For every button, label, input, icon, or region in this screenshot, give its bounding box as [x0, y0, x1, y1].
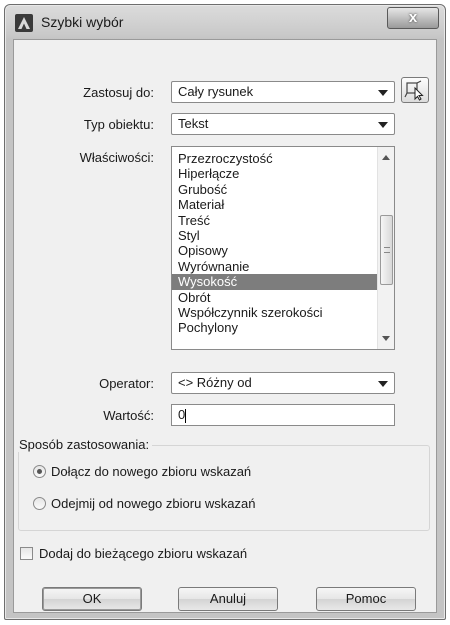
object-type-label: Typ obiektu:: [83, 117, 154, 132]
properties-listbox[interactable]: Przezroczystość Hiperłącze Grubość Mater…: [171, 146, 395, 350]
cancel-button[interactable]: Anuluj: [178, 587, 278, 611]
dialog-title: Szybki wybór: [41, 14, 124, 30]
quick-select-dialog: Szybki wybór x Zastosuj do: Cały rysunek…: [4, 4, 446, 620]
select-objects-button[interactable]: [401, 77, 429, 103]
radio-label: Dołącz do nowego zbioru wskazań: [51, 464, 252, 479]
list-item[interactable]: Pochylony: [172, 320, 377, 335]
object-type-value: Tekst: [178, 116, 209, 131]
help-button[interactable]: Pomoc: [316, 587, 416, 611]
value-text: 0: [178, 407, 186, 422]
list-item[interactable]: Wyrównanie: [172, 259, 377, 274]
list-item-selected[interactable]: Wysokość: [172, 274, 377, 290]
dialog-client-area: Zastosuj do: Cały rysunek Typ obiektu: T…: [13, 39, 437, 613]
radio-checked-icon[interactable]: [33, 465, 46, 478]
list-item[interactable]: Opisowy: [172, 243, 377, 258]
list-item[interactable]: Treść: [172, 213, 377, 228]
checkbox-unchecked-icon[interactable]: [20, 547, 33, 560]
checkbox-label: Dodaj do bieżącego zbioru wskazań: [39, 546, 248, 561]
close-button[interactable]: x: [387, 7, 439, 29]
radio-unchecked-icon[interactable]: [33, 497, 46, 510]
operator-label: Operator:: [99, 376, 154, 391]
apply-to-value: Cały rysunek: [178, 84, 254, 99]
properties-list: Przezroczystość Hiperłącze Grubość Mater…: [172, 151, 377, 336]
apply-to-dropdown[interactable]: Cały rysunek: [171, 81, 395, 103]
list-item[interactable]: Grubość: [172, 182, 377, 197]
list-item[interactable]: Hiperłącze: [172, 166, 377, 181]
apply-to-label: Zastosuj do:: [83, 85, 154, 100]
append-to-current-selection[interactable]: Dodaj do bieżącego zbioru wskazań: [20, 546, 247, 561]
apply-mode-title: Sposób zastosowania:: [16, 437, 153, 452]
text-caret: [185, 408, 187, 423]
radio-label: Odejmij od nowego zbioru wskazań: [51, 496, 256, 511]
scrollbar-thumb[interactable]: [380, 215, 393, 285]
value-input[interactable]: 0: [171, 404, 395, 426]
list-item[interactable]: Przezroczystość: [172, 151, 377, 166]
list-item[interactable]: Obrót: [172, 290, 377, 305]
scroll-down-arrow-icon[interactable]: [382, 336, 390, 341]
list-item[interactable]: Współczynnik szerokości: [172, 305, 377, 320]
value-label: Wartość:: [103, 408, 154, 423]
list-item[interactable]: Styl: [172, 228, 377, 243]
title-bar[interactable]: Szybki wybór x: [5, 5, 445, 39]
list-item[interactable]: Materiał: [172, 197, 377, 212]
radio-exclude-new-selection[interactable]: Odejmij od nowego zbioru wskazań: [33, 496, 256, 511]
apply-mode-group: Sposób zastosowania: Dołącz do nowego zb…: [16, 437, 430, 531]
ok-button[interactable]: OK: [42, 587, 142, 611]
chevron-down-icon: [378, 122, 388, 128]
scroll-up-arrow-icon[interactable]: [382, 155, 390, 160]
object-type-dropdown[interactable]: Tekst: [171, 113, 395, 135]
operator-value: <> Różny od: [178, 375, 252, 390]
chevron-down-icon: [378, 381, 388, 387]
autocad-app-icon: [15, 14, 33, 32]
properties-label: Właściwości:: [79, 150, 154, 165]
grip-icon: [384, 247, 390, 253]
properties-scrollbar[interactable]: [377, 147, 394, 349]
select-objects-icon: [404, 80, 424, 101]
operator-dropdown[interactable]: <> Różny od: [171, 372, 395, 394]
radio-include-new-selection[interactable]: Dołącz do nowego zbioru wskazań: [33, 464, 251, 479]
chevron-down-icon: [378, 90, 388, 96]
close-icon: x: [408, 9, 418, 26]
